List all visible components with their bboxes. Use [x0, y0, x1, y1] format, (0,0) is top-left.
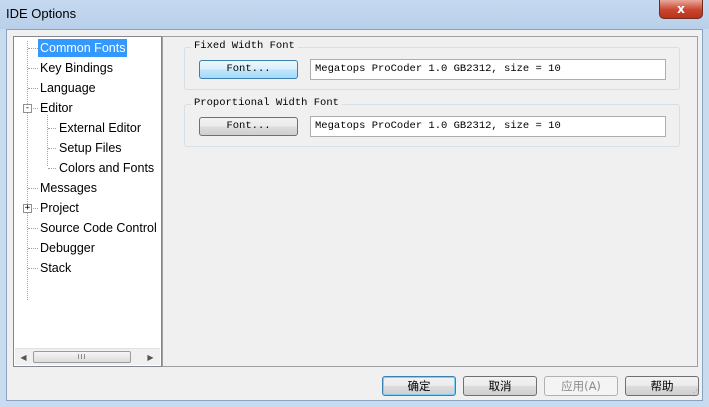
tree-connector [48, 168, 56, 169]
proportional-width-font-title: Proportional Width Font [191, 97, 342, 109]
resize-grip-icon[interactable]: ⋰ [690, 388, 700, 398]
ok-button[interactable]: 确定 [382, 376, 456, 396]
tree-connector [28, 268, 38, 269]
tree-connector [47, 115, 48, 166]
tree-connector [28, 248, 38, 249]
window-title: IDE Options [6, 6, 77, 21]
tree-connector [28, 228, 38, 229]
apply-button[interactable]: 应用(A) [544, 376, 618, 396]
tree-horizontal-scrollbar[interactable]: ◀ III ▶ [15, 348, 160, 365]
scroll-right-icon[interactable]: ▶ [142, 349, 159, 366]
scroll-left-icon[interactable]: ◀ [15, 349, 32, 366]
help-button[interactable]: 帮助 [625, 376, 699, 396]
tree-connector [48, 148, 56, 149]
tree-item-common-fonts[interactable]: Common Fonts [38, 39, 128, 57]
tree-item-debugger[interactable]: Debugger [38, 239, 97, 257]
proportional-width-font-group: Proportional Width Font Font... Megatops… [184, 97, 680, 147]
scroll-thumb[interactable]: III [33, 351, 131, 363]
tree-item-key-bindings[interactable]: Key Bindings [38, 59, 115, 77]
close-icon: x [677, 2, 685, 16]
collapse-icon[interactable]: - [23, 104, 32, 113]
tree-item-messages[interactable]: Messages [38, 179, 99, 197]
tree-item-editor[interactable]: Editor [38, 99, 75, 117]
proportional-font-button[interactable]: Font... [199, 117, 298, 136]
fixed-width-font-group: Fixed Width Font Font... Megatops ProCod… [184, 40, 680, 90]
tree-item-colors-and-fonts[interactable]: Colors and Fonts [57, 159, 156, 177]
tree-connector [28, 48, 38, 49]
tree-connector [28, 188, 38, 189]
tree-item-language[interactable]: Language [38, 79, 98, 97]
tree-connector [28, 88, 38, 89]
expand-icon[interactable]: + [23, 204, 32, 213]
tree-item-stack[interactable]: Stack [38, 259, 73, 277]
options-tree[interactable]: - + Common Fonts Key Bindings Language E… [13, 36, 162, 367]
tree-item-project[interactable]: Project [38, 199, 81, 217]
close-button[interactable]: x [659, 0, 703, 19]
cancel-button[interactable]: 取消 [463, 376, 537, 396]
settings-panel: Fixed Width Font Font... Megatops ProCod… [162, 36, 698, 367]
tree-connector [48, 128, 56, 129]
fixed-font-field[interactable]: Megatops ProCoder 1.0 GB2312, size = 10 [310, 59, 666, 80]
title-bar[interactable]: IDE Options x [0, 0, 709, 29]
tree-connector [27, 41, 28, 300]
fixed-font-button[interactable]: Font... [199, 60, 298, 79]
dialog-client: - + Common Fonts Key Bindings Language E… [6, 29, 703, 401]
tree-item-external-editor[interactable]: External Editor [57, 119, 143, 137]
fixed-width-font-title: Fixed Width Font [191, 40, 298, 52]
tree-item-setup-files[interactable]: Setup Files [57, 139, 124, 157]
tree-connector [28, 68, 38, 69]
proportional-font-field[interactable]: Megatops ProCoder 1.0 GB2312, size = 10 [310, 116, 666, 137]
tree-item-source-code-control[interactable]: Source Code Control [38, 219, 159, 237]
